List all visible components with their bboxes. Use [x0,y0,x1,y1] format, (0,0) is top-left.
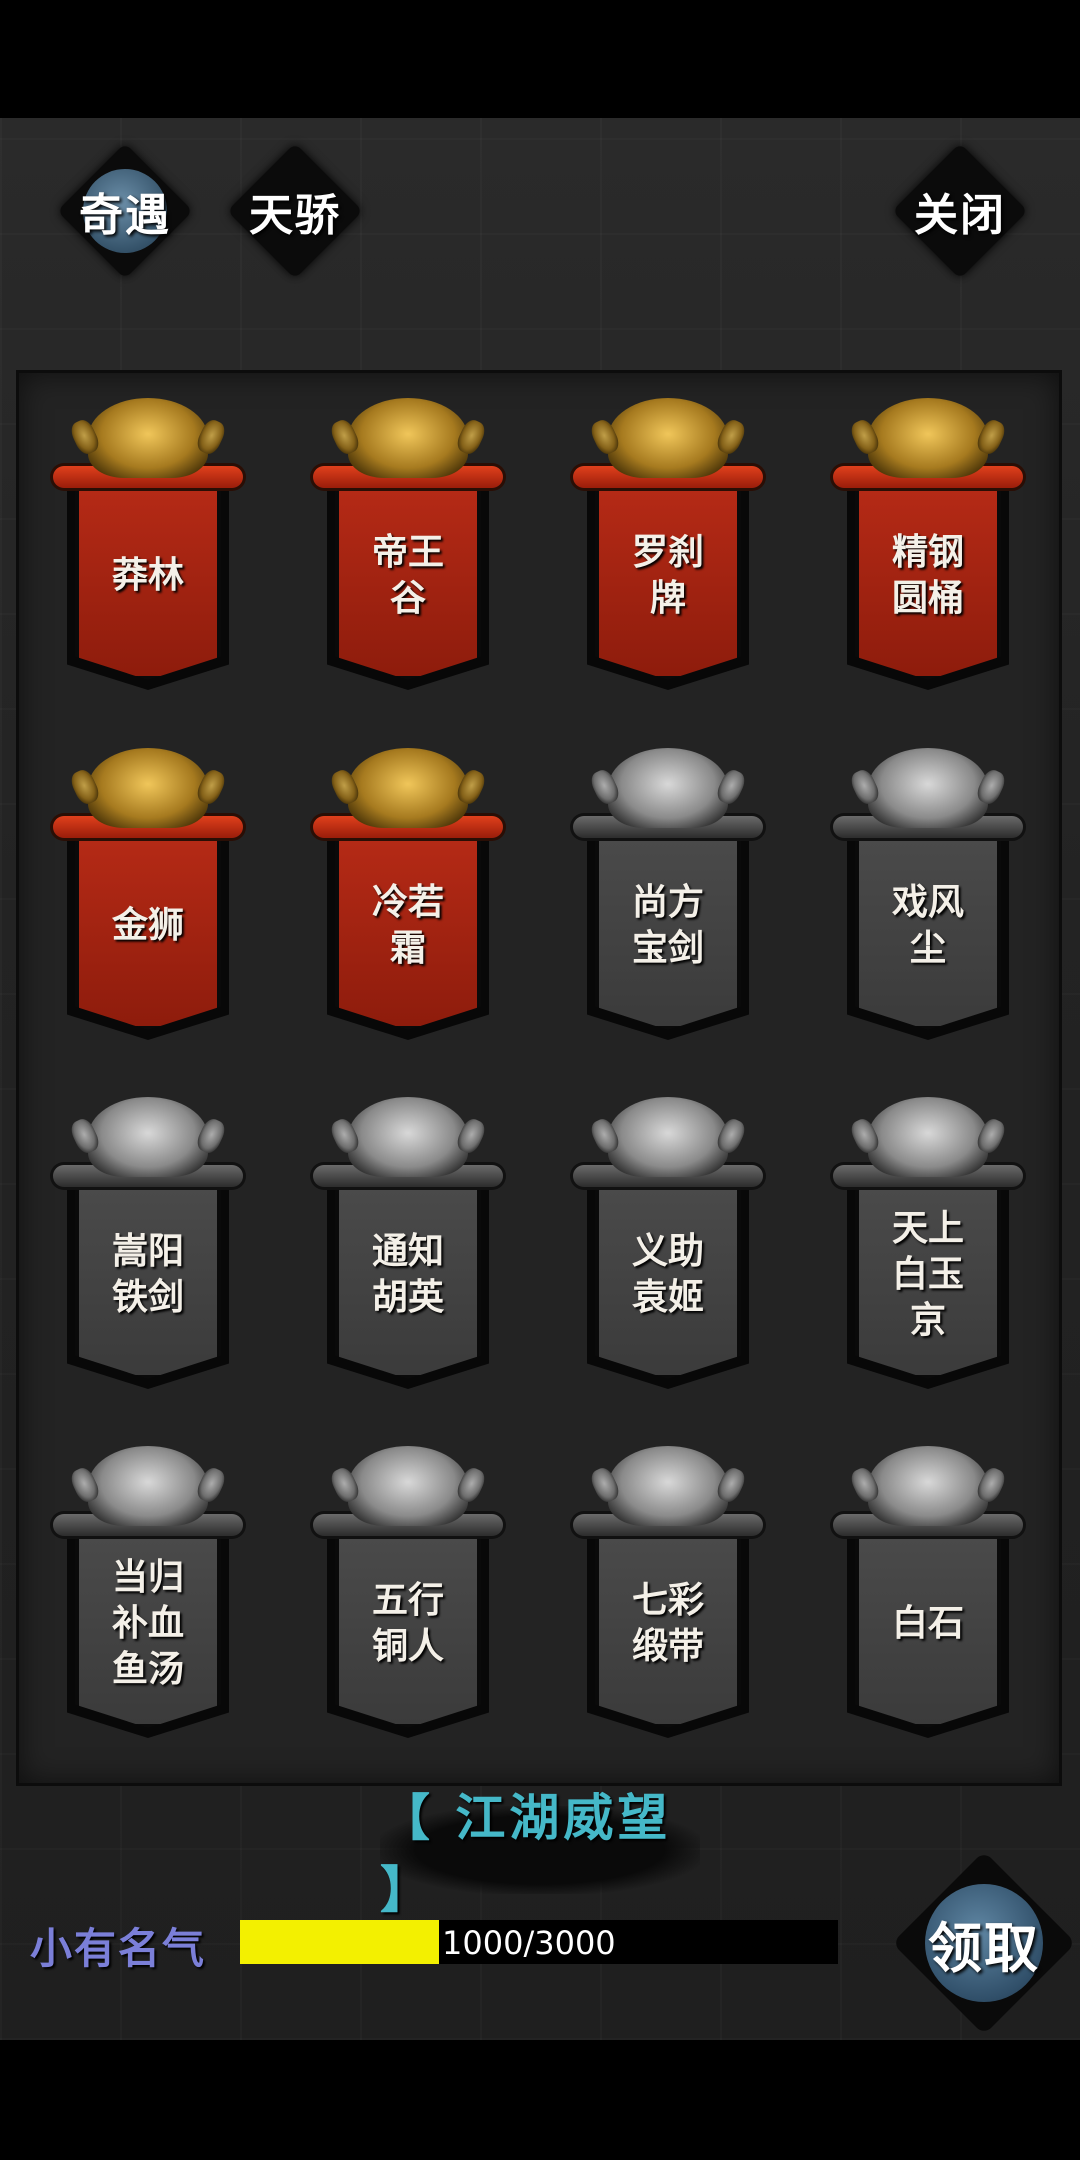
banner-label: 白石 [891,1602,964,1644]
achievement-banner-13[interactable]: 当归补血鱼汤 [53,1446,243,1746]
achievement-banner-2[interactable]: 帝王谷 [313,398,503,698]
achievement-banner-8[interactable]: 戏风尘 [833,748,1023,1048]
reputation-title: 【 江湖威望 】 [380,1788,700,1919]
lion-head-icon [868,1097,988,1177]
claim-button[interactable]: 领取 [894,1853,1074,2033]
achievement-banner-15[interactable]: 七彩缎带 [573,1446,763,1746]
tab-qiyu[interactable]: 奇遇 [62,148,188,274]
achievement-banner-7[interactable]: 尚方宝剑 [573,748,763,1048]
banner-label: 天上白玉京 [891,1207,964,1341]
achievement-banner-14[interactable]: 五行铜人 [313,1446,503,1746]
lion-head-icon [348,1446,468,1526]
achievement-banner-5[interactable]: 金狮 [53,748,243,1048]
lion-head-icon [868,748,988,828]
achievement-banner-12[interactable]: 天上白玉京 [833,1097,1023,1397]
banner-label: 尚方宝剑 [631,881,704,969]
banner-label: 七彩缎带 [631,1579,704,1667]
reputation-rank: 小有名气 [30,1924,207,1973]
lion-head-icon [608,748,728,828]
lion-head-icon [868,398,988,478]
achievement-banner-11[interactable]: 义助袁姬 [573,1097,763,1397]
progress-fill [240,1920,440,1964]
banner-label: 义助袁姬 [631,1230,704,1318]
lion-head-icon [88,748,208,828]
lion-head-icon [608,398,728,478]
lion-head-icon [868,1446,988,1526]
banner-label: 罗刹牌 [631,531,704,619]
reputation-title-text: 【 江湖威望 】 [380,1788,672,1919]
progress-text: 1000/3000 [442,1924,616,1962]
achievement-banner-10[interactable]: 通知胡英 [313,1097,503,1397]
banner-label: 当归补血鱼汤 [111,1556,184,1690]
banner-label: 莽林 [111,554,184,596]
achievement-banner-1[interactable]: 莽林 [53,398,243,698]
banner-label: 精钢圆桶 [891,531,964,619]
banner-label: 嵩阳铁剑 [111,1230,184,1318]
banner-label: 戏风尘 [891,881,964,969]
achievement-banner-3[interactable]: 罗刹牌 [573,398,763,698]
claim-button-label: 领取 [928,1915,1040,1980]
reputation-progress-bar: 1000/3000 [240,1920,838,1964]
banner-label: 冷若霜 [371,881,444,969]
close-button-label: 关闭 [914,190,1006,241]
lion-head-icon [88,1446,208,1526]
tab-tianjiao-label: 天骄 [249,190,341,241]
lion-head-icon [348,1097,468,1177]
tab-tianjiao[interactable]: 天骄 [232,148,358,274]
achievement-banner-16[interactable]: 白石 [833,1446,1023,1746]
lion-head-icon [348,398,468,478]
lion-head-icon [348,748,468,828]
lion-head-icon [608,1446,728,1526]
achievement-banner-9[interactable]: 嵩阳铁剑 [53,1097,243,1397]
achievement-banner-4[interactable]: 精钢圆桶 [833,398,1023,698]
lion-head-icon [88,398,208,478]
banner-label: 通知胡英 [371,1230,444,1318]
achievement-banner-6[interactable]: 冷若霜 [313,748,503,1048]
banner-label: 五行铜人 [371,1579,444,1667]
close-button[interactable]: 关闭 [897,148,1023,274]
lion-head-icon [608,1097,728,1177]
lion-head-icon [88,1097,208,1177]
banner-label: 金狮 [111,904,184,946]
banner-label: 帝王谷 [371,531,444,619]
tab-qiyu-label: 奇遇 [79,190,171,241]
